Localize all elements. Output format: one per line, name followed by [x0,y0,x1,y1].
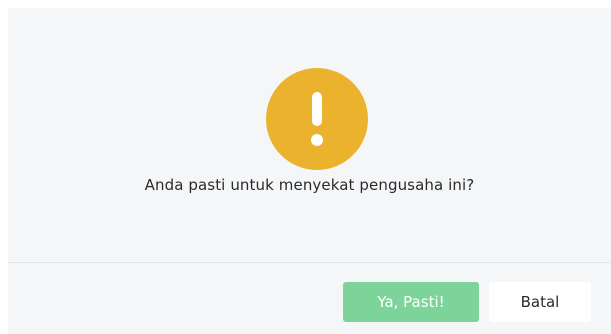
dialog-message: Anda pasti untuk menyekat pengusaha ini? [144,176,475,194]
confirm-button[interactable]: Ya, Pasti! [343,282,479,322]
cancel-button[interactable]: Batal [489,282,591,322]
exclamation-bar [312,92,322,126]
warning-exclamation-icon [266,68,368,170]
confirmation-dialog: Anda pasti untuk menyekat pengusaha ini?… [8,8,611,334]
footer-divider [8,262,611,263]
exclamation-dot [311,134,323,146]
